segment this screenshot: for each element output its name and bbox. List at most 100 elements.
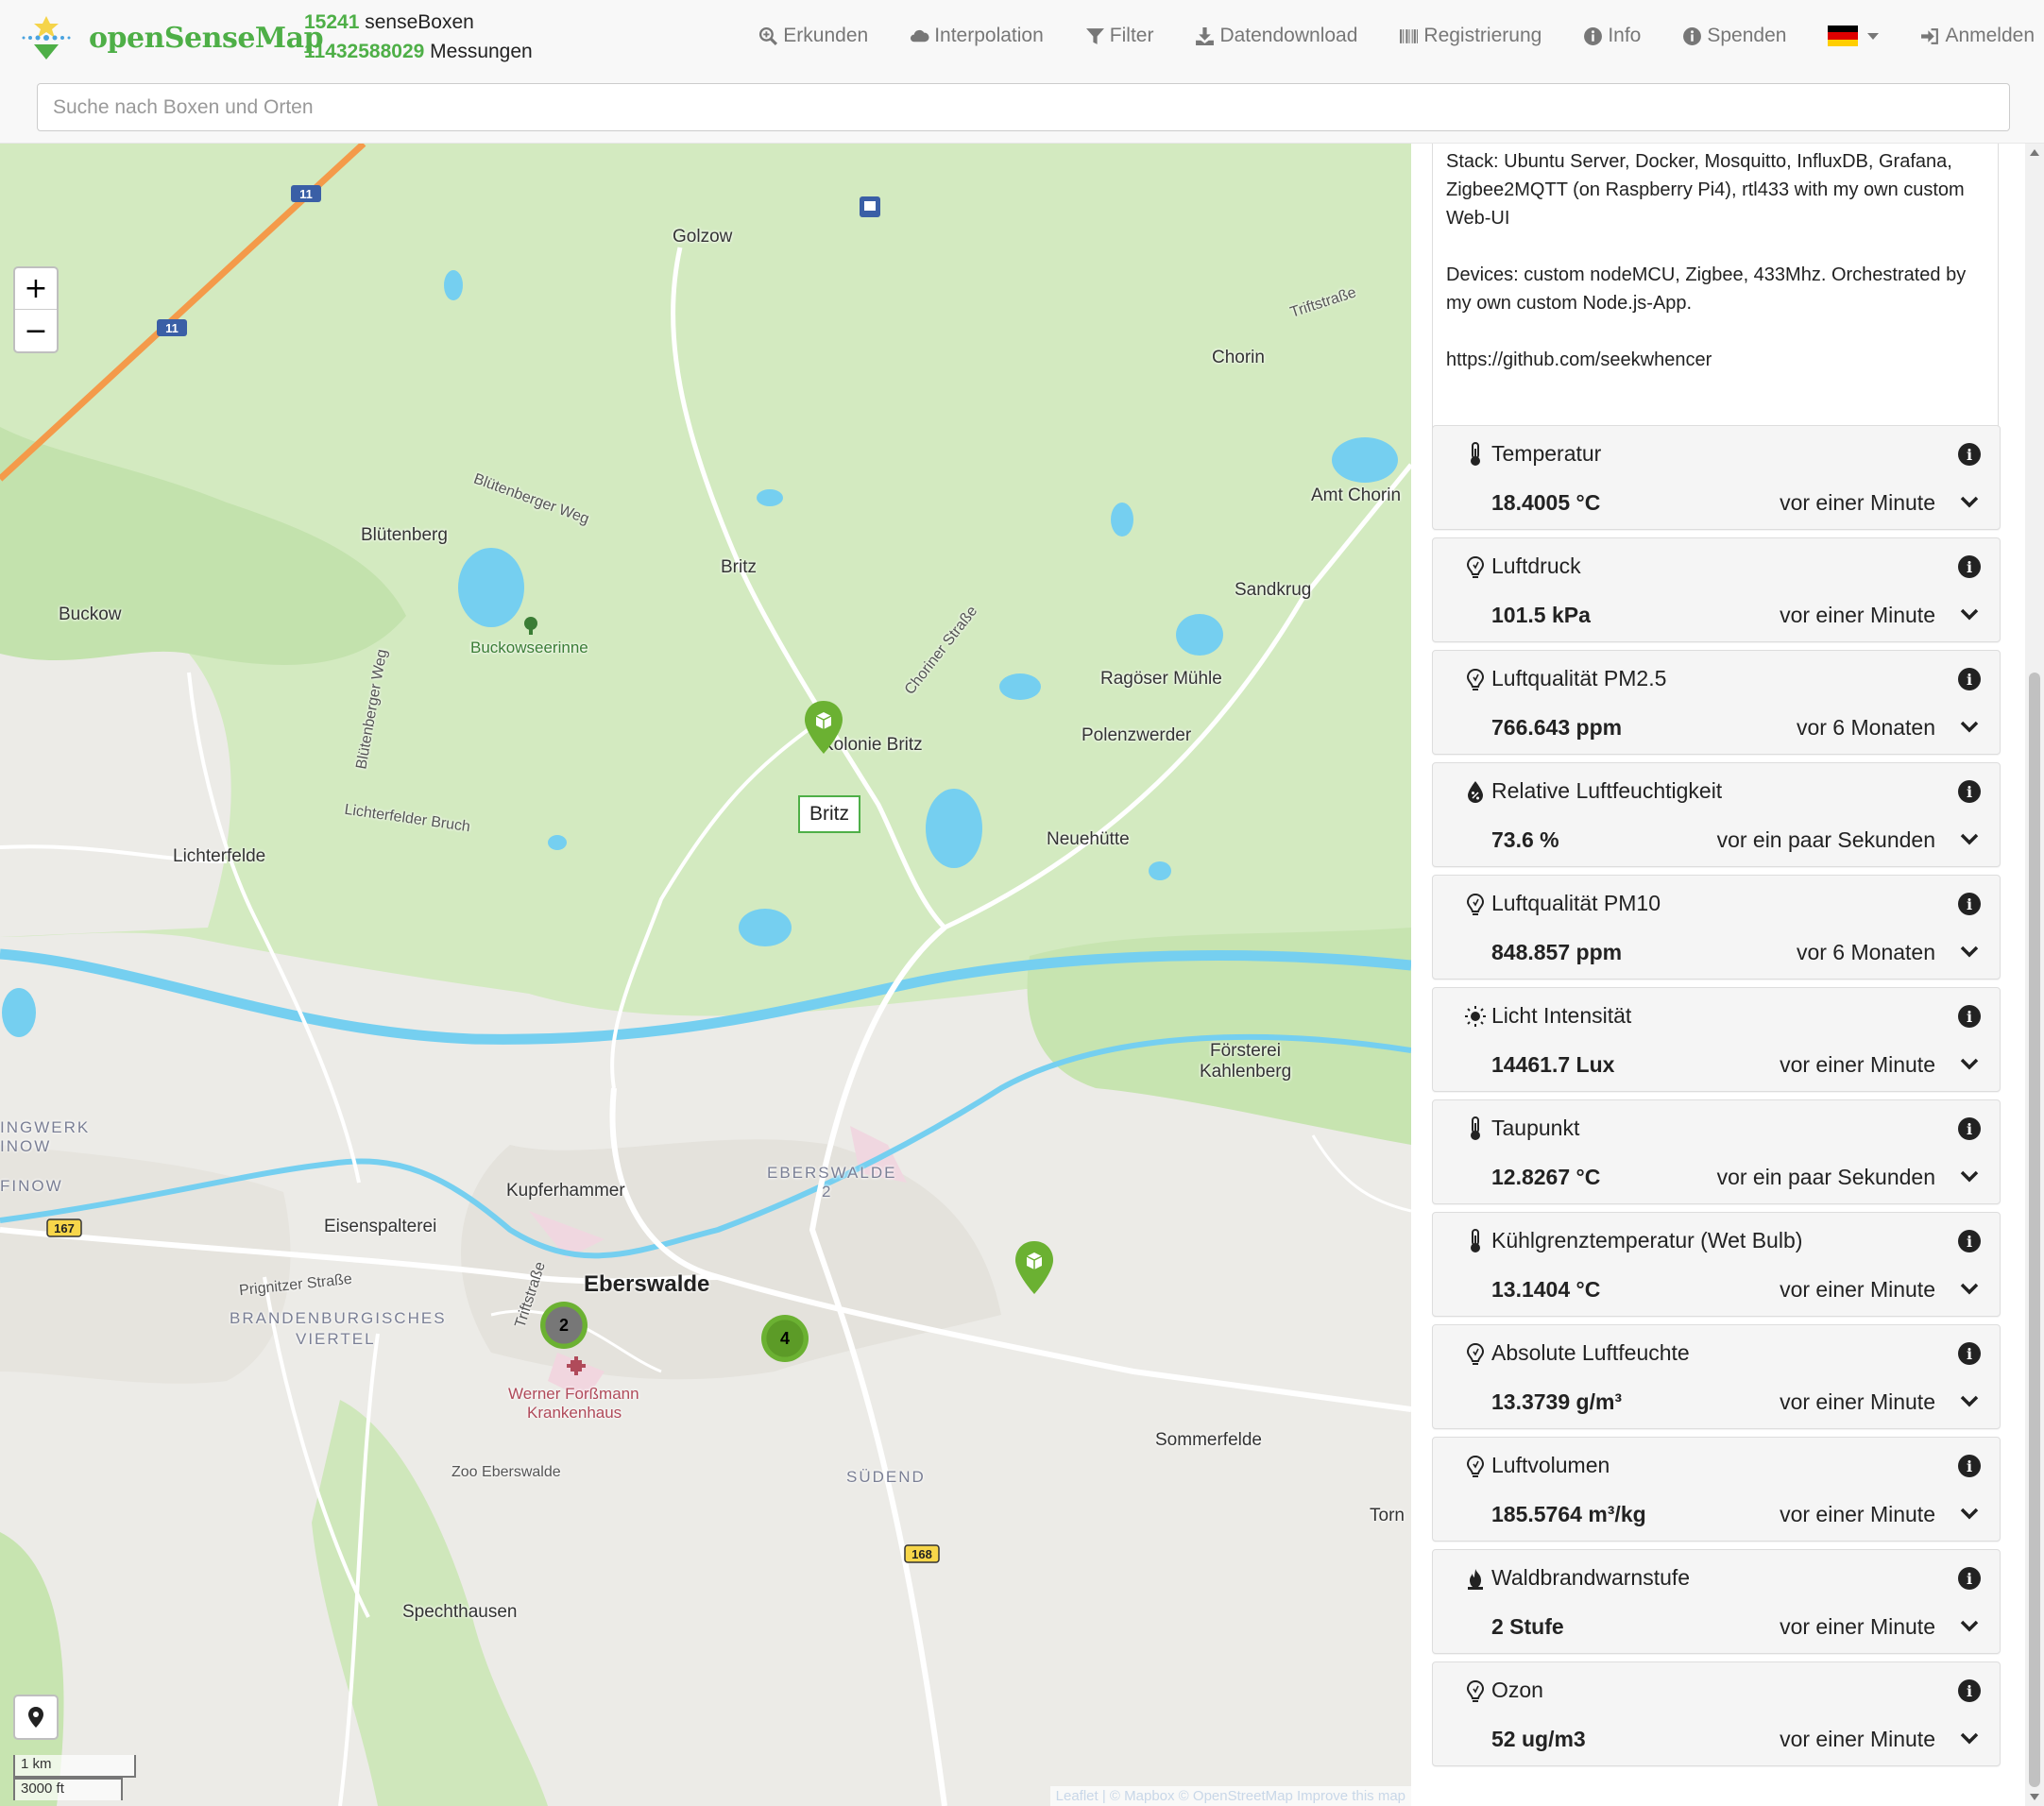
map-label: Buckowseerinne: [470, 639, 588, 656]
sensor-card[interactable]: Licht Intensität i 14461.7 Lux vor einer Mi…: [1432, 987, 2001, 1092]
map-tiles: 11 11 167 168: [0, 144, 1411, 1806]
map-label: Sommerfelde: [1155, 1430, 1262, 1450]
zoom-in-icon: [759, 26, 778, 45]
sensor-title: Licht Intensität: [1491, 1003, 1632, 1028]
info-icon[interactable]: i: [1958, 780, 1981, 803]
chevron-down-icon[interactable]: [1960, 833, 1979, 846]
opensensemap-logo-icon: [22, 16, 71, 60]
brand[interactable]: openSenseMap: [19, 9, 324, 66]
zoom-in-button[interactable]: +: [15, 268, 57, 310]
chevron-down-icon[interactable]: [1960, 1395, 1979, 1408]
nav-filter[interactable]: Filter: [1085, 25, 1153, 47]
nav-interpolation[interactable]: Interpolation: [910, 25, 1044, 47]
info-icon[interactable]: i: [1958, 1342, 1981, 1365]
search-input[interactable]: [37, 83, 2010, 131]
nav-info[interactable]: Info: [1583, 25, 1641, 47]
sensor-card[interactable]: Relative Luftfeuchtigkeit i 73.6 % vor ein …: [1432, 762, 2001, 867]
sensor-title: Waldbrandwarnstufe: [1491, 1565, 1691, 1590]
chevron-down-icon[interactable]: [1960, 608, 1979, 622]
map-scale: 1 km 3000 ft: [13, 1755, 136, 1800]
sensor-title: Luftvolumen: [1491, 1453, 1610, 1477]
svg-text:11: 11: [299, 187, 313, 201]
sensebox-marker-icon[interactable]: [803, 699, 844, 756]
nav-register[interactable]: Registrierung: [1399, 25, 1542, 47]
chevron-down-icon[interactable]: [1960, 1170, 1979, 1184]
marker-cluster[interactable]: 4: [761, 1315, 809, 1362]
chevron-down-icon[interactable]: [1960, 946, 1979, 959]
svg-text:11: 11: [165, 321, 179, 335]
map-label: Lichterfelde: [173, 846, 266, 866]
sensor-card[interactable]: Temperatur i 18.4005 °C vor einer Minute: [1432, 425, 2001, 530]
map-label: Werner Forßmann: [508, 1385, 639, 1403]
osem-generic-icon: [1465, 1340, 1486, 1367]
box-details-sidebar: Stack: Ubuntu Server, Docker, Mosquitto,…: [1411, 144, 2025, 1806]
marker-cluster[interactable]: 2: [540, 1302, 588, 1349]
map-label: Krankenhaus: [527, 1404, 622, 1422]
info-icon[interactable]: i: [1958, 1567, 1981, 1590]
nav-download[interactable]: Datendownload: [1195, 25, 1357, 47]
info-icon[interactable]: i: [1958, 555, 1981, 578]
chevron-down-icon[interactable]: [1960, 1732, 1979, 1746]
sensor-value: 185.5764 m³/kg: [1491, 1502, 1646, 1526]
navbar: openSenseMap 15241 senseBoxen 1143258802…: [0, 0, 2044, 144]
scroll-up-icon[interactable]: [2030, 149, 2039, 156]
sensor-card[interactable]: Kühlgrenztemperatur (Wet Bulb) i 13.1404 °…: [1432, 1212, 2001, 1317]
description-link[interactable]: https://github.com/seekwhencer: [1446, 346, 1984, 374]
info-icon[interactable]: i: [1958, 1679, 1981, 1702]
info-icon[interactable]: i: [1958, 1005, 1981, 1028]
zoom-out-button[interactable]: −: [15, 310, 57, 351]
nav-interpolation-label: Interpolation: [934, 25, 1044, 46]
language-switcher[interactable]: [1828, 26, 1880, 46]
scroll-down-icon[interactable]: [2030, 1794, 2039, 1800]
sensor-timestamp: vor einer Minute: [1780, 1389, 1935, 1414]
chevron-down-icon[interactable]: [1960, 1283, 1979, 1296]
map-label: Zoo Eberswalde: [451, 1464, 561, 1480]
chevron-down-icon[interactable]: [1960, 1058, 1979, 1071]
sensebox-marker-icon[interactable]: [1013, 1239, 1055, 1296]
info-icon[interactable]: i: [1958, 893, 1981, 915]
map-label: Torn: [1370, 1506, 1405, 1525]
sensor-value: 766.643 ppm: [1491, 715, 1623, 740]
sensor-card[interactable]: Luftvolumen i 185.5764 m³/kg vor einer Minu…: [1432, 1437, 2001, 1542]
sensor-card[interactable]: Luftqualität PM10 i 848.857 ppm vor 6 Monat…: [1432, 875, 2001, 980]
map-label: EBERSWALDE: [767, 1164, 897, 1182]
svg-text:167: 167: [54, 1221, 75, 1235]
map[interactable]: 11 11 167 168 + − Golzow Triftstraße Cho…: [0, 144, 1411, 1806]
sensor-card[interactable]: Taupunkt i 12.8267 °C vor ein paar Sekunden: [1432, 1099, 2001, 1204]
scrollbar-thumb[interactable]: [2029, 673, 2040, 1787]
map-label: Försterei: [1210, 1041, 1281, 1061]
sensor-card[interactable]: Waldbrandwarnstufe i 2 Stufe vor einer Minu…: [1432, 1549, 2001, 1654]
sensor-value: 2 Stufe: [1491, 1614, 1564, 1639]
info-icon[interactable]: i: [1958, 1455, 1981, 1477]
map-label: FINOW: [0, 1177, 63, 1195]
map-label: Britz: [721, 557, 757, 577]
locate-button[interactable]: [13, 1695, 59, 1740]
info-icon[interactable]: i: [1958, 668, 1981, 690]
nav-login[interactable]: Anmelden: [1920, 25, 2035, 47]
humidity-icon: [1465, 778, 1486, 805]
sensor-card[interactable]: Luftqualität PM2.5 i 766.643 ppm vor 6 Mona…: [1432, 650, 2001, 755]
sensor-timestamp: vor ein paar Sekunden: [1716, 1165, 1935, 1189]
chevron-down-icon[interactable]: [1960, 1620, 1979, 1633]
sensor-title: Luftqualität PM2.5: [1491, 666, 1667, 690]
nav-explore[interactable]: Erkunden: [758, 25, 868, 47]
measurements-count: 11432588029: [304, 41, 425, 62]
scrollbar[interactable]: [2025, 144, 2044, 1806]
chevron-down-icon[interactable]: [1960, 1508, 1979, 1521]
sign-in-icon: [1921, 27, 1939, 44]
sensor-card[interactable]: Luftdruck i 101.5 kPa vor einer Minute: [1432, 537, 2001, 642]
sensor-value: 14461.7 Lux: [1491, 1052, 1615, 1077]
sensor-card[interactable]: Absolute Luftfeuchte i 13.3739 g/m³ vor ein…: [1432, 1324, 2001, 1429]
map-label: Eisenspalterei: [324, 1217, 437, 1236]
railway-station-icon: [860, 196, 880, 217]
info-icon[interactable]: i: [1958, 443, 1981, 466]
nav-donate[interactable]: Spenden: [1682, 25, 1786, 47]
sensor-card[interactable]: Ozon i 52 ug/m3 vor einer Minute: [1432, 1661, 2001, 1766]
chevron-down-icon[interactable]: [1960, 496, 1979, 509]
map-attribution[interactable]: Leaflet | © Mapbox © OpenStreetMap Impro…: [1049, 1786, 1411, 1806]
chevron-down-icon[interactable]: [1960, 721, 1979, 734]
info-icon[interactable]: i: [1958, 1230, 1981, 1252]
nav-login-label: Anmelden: [1945, 25, 2035, 46]
measurements-label: Messungen: [430, 41, 533, 62]
info-icon[interactable]: i: [1958, 1117, 1981, 1140]
